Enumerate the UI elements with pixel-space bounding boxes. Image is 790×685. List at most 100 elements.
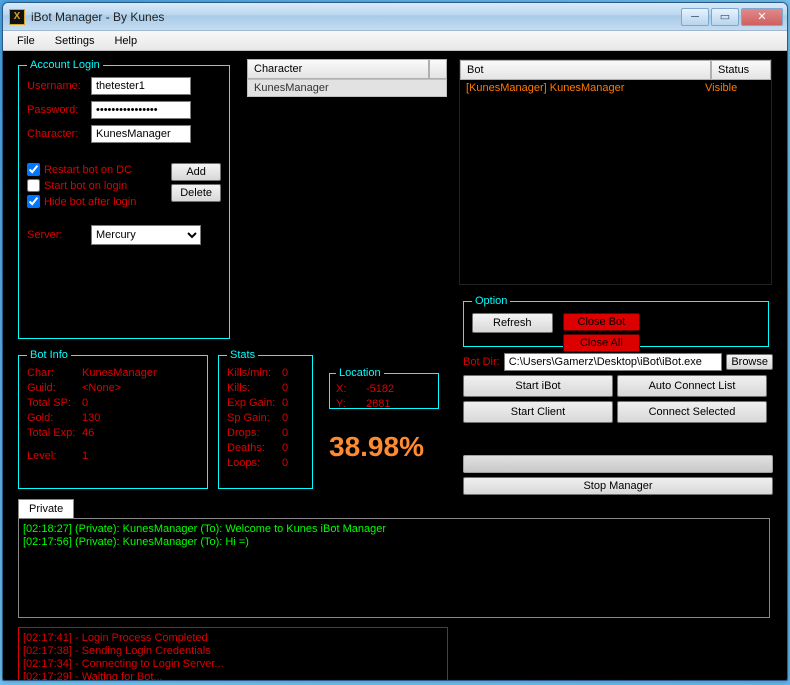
start-on-login-checkbox[interactable] — [27, 179, 40, 192]
y-key: Y: — [336, 398, 366, 410]
totalexp-key: Total Exp: — [27, 427, 82, 439]
password-input[interactable] — [91, 101, 191, 119]
character-input[interactable] — [91, 125, 191, 143]
browse-button[interactable]: Browse — [726, 354, 773, 370]
option-group: Option Refresh Close Bot Close All — [463, 295, 769, 347]
character-table: Character KunesManager — [247, 59, 447, 97]
password-label: Password: — [27, 104, 87, 116]
chat-line: [02:18:27] (Private): KunesManager (To):… — [23, 523, 765, 536]
menu-settings[interactable]: Settings — [45, 33, 105, 49]
server-label: Server: — [27, 229, 87, 241]
maximize-button[interactable]: ▭ — [711, 8, 739, 26]
stats-legend: Stats — [227, 349, 258, 361]
hide-after-login-checkbox[interactable] — [27, 195, 40, 208]
gold-value: 130 — [82, 412, 100, 424]
menubar: File Settings Help — [3, 31, 787, 51]
x-key: X: — [336, 383, 366, 395]
bot-table: Bot Status [KunesManager] KunesManager V… — [459, 59, 772, 285]
expgain-key: Exp Gain: — [227, 397, 282, 409]
refresh-button[interactable]: Refresh — [472, 313, 553, 333]
character-column-spacer — [429, 59, 447, 79]
drops-value: 0 — [282, 427, 288, 439]
loops-value: 0 — [282, 457, 288, 469]
character-row[interactable]: KunesManager — [247, 79, 447, 97]
action-button-grid: Start iBot Auto Connect List Start Clien… — [463, 375, 773, 423]
bot-column-header[interactable]: Bot — [460, 60, 711, 80]
app-icon: X — [9, 9, 25, 25]
bot-dir-label: Bot Dir: — [463, 356, 500, 368]
tab-private[interactable]: Private — [18, 499, 74, 518]
log-line: [02:17:38] - Sending Login Credentials — [23, 645, 443, 658]
auto-connect-list-button[interactable]: Auto Connect List — [617, 375, 767, 397]
titlebar[interactable]: X iBot Manager - By Kunes ─ ▭ ✕ — [3, 3, 787, 31]
chat-line: [02:17:56] (Private): KunesManager (To):… — [23, 536, 765, 549]
status-column-header[interactable]: Status — [711, 60, 771, 80]
close-button[interactable]: ✕ — [741, 8, 783, 26]
totalsp-value: 0 — [82, 397, 88, 409]
add-button[interactable]: Add — [171, 163, 221, 181]
hide-after-login-label: Hide bot after login — [44, 196, 136, 208]
start-ibot-button[interactable]: Start iBot — [463, 375, 613, 397]
location-group: Location X:-5182 Y:2681 — [329, 367, 439, 409]
exp-percent: 38.98% — [329, 431, 459, 463]
loops-key: Loops: — [227, 457, 282, 469]
bot-dir-input[interactable] — [504, 353, 723, 371]
level-value: 1 — [82, 450, 88, 462]
restart-on-dc-label: Restart bot on DC — [44, 164, 132, 176]
connect-selected-button[interactable]: Connect Selected — [617, 401, 767, 423]
y-value: 2681 — [366, 398, 390, 410]
disabled-button — [463, 455, 773, 473]
restart-on-dc-checkbox[interactable] — [27, 163, 40, 176]
minimize-button[interactable]: ─ — [681, 8, 709, 26]
spgain-value: 0 — [282, 412, 288, 424]
username-label: Username: — [27, 80, 87, 92]
start-on-login-label: Start bot on login — [44, 180, 127, 192]
guild-value: <None> — [82, 382, 121, 394]
char-value: KunesManager — [82, 367, 157, 379]
log-line: [02:17:34] - Connecting to Login Server.… — [23, 658, 443, 671]
bot-row-status: Visible — [705, 82, 765, 94]
delete-button[interactable]: Delete — [171, 184, 221, 202]
character-column-header[interactable]: Character — [247, 59, 429, 79]
expgain-value: 0 — [282, 397, 288, 409]
start-client-button[interactable]: Start Client — [463, 401, 613, 423]
totalsp-key: Total SP: — [27, 397, 82, 409]
close-all-button[interactable]: Close All — [563, 334, 641, 352]
bot-info-group: Bot Info Char:KunesManager Guild:<None> … — [18, 349, 208, 489]
log-line: [02:17:29] - Waiting for Bot... — [23, 671, 443, 681]
drops-key: Drops: — [227, 427, 282, 439]
close-bot-button[interactable]: Close Bot — [563, 313, 641, 331]
menu-file[interactable]: File — [7, 33, 45, 49]
client-area: Account Login Username: Password: Charac… — [3, 51, 787, 680]
character-label: Character: — [27, 128, 87, 140]
server-select[interactable]: Mercury — [91, 225, 201, 245]
totalexp-value: 46 — [82, 427, 94, 439]
spgain-key: Sp Gain: — [227, 412, 282, 424]
stats-group: Stats Kills/min:0 Kills:0 Exp Gain:0 Sp … — [218, 349, 313, 489]
stop-manager-button[interactable]: Stop Manager — [463, 477, 773, 495]
window-title: iBot Manager - By Kunes — [31, 10, 681, 24]
bot-dir-row: Bot Dir: Browse — [463, 353, 773, 371]
gold-key: Gold: — [27, 412, 82, 424]
chat-body[interactable]: [02:18:27] (Private): KunesManager (To):… — [18, 518, 770, 618]
kills-key: Kills: — [227, 382, 282, 394]
level-key: Level: — [27, 450, 82, 462]
account-login-legend: Account Login — [27, 59, 103, 71]
app-window: X iBot Manager - By Kunes ─ ▭ ✕ File Set… — [2, 2, 788, 681]
deaths-value: 0 — [282, 442, 288, 454]
window-buttons: ─ ▭ ✕ — [681, 8, 783, 26]
log-box[interactable]: [02:17:41] - Login Process Completed [02… — [18, 627, 448, 681]
chat-tabs: Private [02:18:27] (Private): KunesManag… — [18, 499, 770, 618]
menu-help[interactable]: Help — [104, 33, 147, 49]
account-login-group: Account Login Username: Password: Charac… — [18, 59, 230, 339]
log-line: [02:17:41] - Login Process Completed — [23, 632, 443, 645]
option-legend: Option — [472, 295, 510, 307]
bot-row-name: [KunesManager] KunesManager — [466, 82, 705, 94]
killsmin-key: Kills/min: — [227, 367, 282, 379]
char-key: Char: — [27, 367, 82, 379]
deaths-key: Deaths: — [227, 442, 282, 454]
kills-value: 0 — [282, 382, 288, 394]
x-value: -5182 — [366, 383, 394, 395]
username-input[interactable] — [91, 77, 191, 95]
bot-row[interactable]: [KunesManager] KunesManager Visible — [460, 80, 771, 96]
